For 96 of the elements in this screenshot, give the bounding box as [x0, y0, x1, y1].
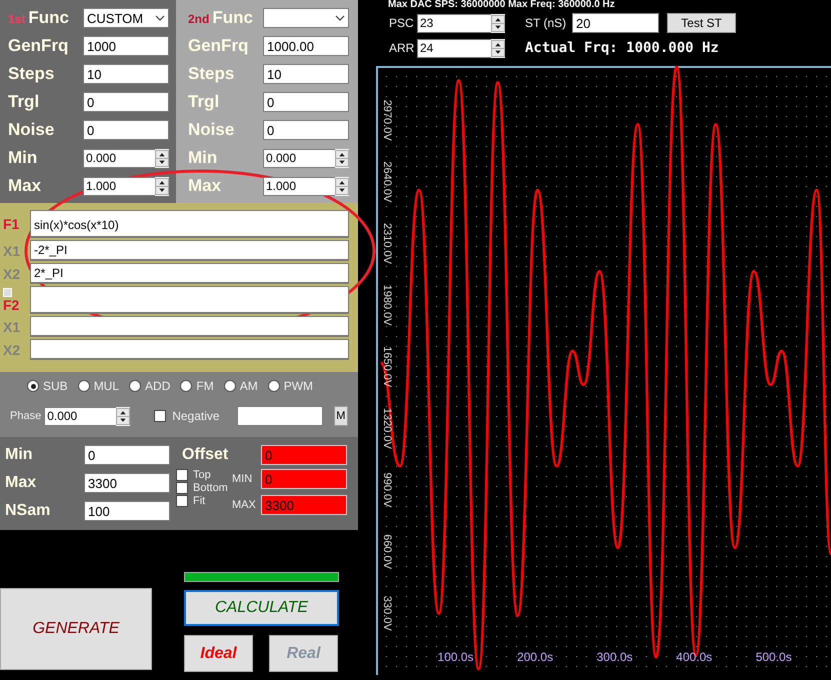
arr-spin-field[interactable]: 24	[417, 38, 491, 58]
field-label: Trgl	[8, 92, 40, 112]
psc-spin-field[interactable]: 23	[417, 14, 491, 32]
psc-label: PSC	[389, 16, 415, 30]
chevron-icon	[155, 15, 165, 21]
field-label: GenFrq	[8, 36, 68, 56]
function-dropdown[interactable]: CUSTOM	[83, 8, 169, 28]
y-tick-label: 330.0V	[381, 596, 393, 631]
y-tick-label: 990.0V	[381, 472, 393, 508]
output-label: Max	[5, 474, 38, 492]
arr-label: ARR	[389, 41, 416, 55]
formula-label: X2	[3, 342, 20, 358]
limit-field[interactable]: 0	[261, 469, 347, 489]
channel-number: 2nd	[188, 12, 210, 26]
bound-field[interactable]: -2*_PI	[30, 240, 349, 261]
formula-label: F1	[3, 216, 20, 232]
text-field[interactable]: 0	[263, 92, 349, 112]
field-label: Steps	[188, 64, 234, 84]
y-tick-label: 1320.0V	[381, 408, 393, 449]
spin-arrows-icon[interactable]	[155, 176, 169, 196]
formula-field[interactable]	[30, 286, 349, 314]
text-field[interactable]: 3300	[84, 473, 170, 493]
channel-number: 1st	[8, 12, 26, 26]
test-st-button[interactable]: Test ST	[667, 13, 736, 33]
x-tick-label: 100.0s	[438, 650, 474, 664]
bound-field[interactable]	[30, 339, 349, 360]
text-field[interactable]: 10	[263, 64, 349, 84]
bound-field[interactable]: 2*_PI	[30, 263, 349, 284]
phase-label: Phase	[10, 410, 42, 422]
offset-label: Offset	[182, 446, 228, 464]
generate-button[interactable]: GENERATE	[0, 588, 152, 670]
field-label: Min	[8, 148, 38, 168]
y-tick-label: 2310.0V	[381, 222, 393, 264]
x-tick-label: 200.0s	[517, 650, 554, 664]
st-label: ST (nS)	[525, 16, 568, 30]
spin-arrows-icon[interactable]	[491, 38, 505, 58]
limit-label: MAX	[232, 499, 257, 511]
spin-field[interactable]: 0.000	[83, 148, 155, 168]
limit-field[interactable]: 3300	[261, 495, 347, 515]
function-dropdown[interactable]	[263, 8, 349, 28]
actual-frequency-text: Actual Frq: 1000.000 Hz	[525, 40, 719, 56]
field-label: Trgl	[188, 92, 220, 112]
text-field[interactable]: 0	[263, 120, 349, 140]
x-tick-label: 300.0s	[596, 650, 633, 664]
text-field[interactable]: 10	[83, 64, 169, 84]
offset-field[interactable]: 0	[261, 445, 347, 465]
formula-label: X2	[3, 266, 20, 282]
text-field[interactable]: 1000.00	[263, 36, 349, 56]
x-tick-label: 500.0s	[756, 650, 792, 664]
text-field[interactable]: 0	[83, 120, 169, 140]
y-tick-label: 2970.0V	[381, 100, 393, 141]
bound-field[interactable]	[30, 316, 349, 337]
text-field[interactable]: 0	[83, 92, 169, 112]
option-checkbox[interactable]: Bottom	[176, 482, 228, 494]
text-field[interactable]: 100	[84, 501, 170, 521]
field-label: GenFrq	[188, 36, 248, 56]
field-label: Max	[8, 176, 42, 196]
info-text: Max DAC SPS: 36000000 Max Freq: 360000.0 Hz	[388, 0, 616, 10]
text-field[interactable]: 0	[84, 445, 170, 465]
output-label: Min	[5, 446, 34, 464]
formula-label: X1	[3, 318, 20, 334]
y-tick-label: 2640.0V	[381, 161, 393, 202]
phase-spin-field[interactable]: 0.000	[44, 406, 116, 426]
spin-field[interactable]: 1.000	[83, 176, 155, 196]
field-label: Func	[28, 8, 69, 28]
spin-field[interactable]: 0.000	[263, 148, 335, 168]
y-tick-label: 1980.0V	[381, 284, 393, 326]
m-button[interactable]: M	[334, 406, 348, 426]
option-checkbox[interactable]: Top	[176, 469, 228, 481]
spin-arrows-icon[interactable]	[491, 14, 505, 32]
output-label: NSam	[5, 502, 52, 520]
spin-arrows-icon[interactable]	[335, 176, 349, 196]
field-label: Min	[188, 148, 218, 168]
chevron-icon	[335, 15, 345, 21]
formula-label: F2	[3, 296, 20, 312]
checkbox[interactable]	[3, 288, 12, 296]
spin-arrows-icon[interactable]	[335, 148, 349, 168]
option-checkbox[interactable]: Fit	[176, 495, 228, 507]
text-field[interactable]	[236, 406, 323, 426]
spin-field[interactable]: 1.000	[263, 176, 335, 196]
formula-field[interactable]: sin(x)*cos(x*10)	[30, 210, 349, 238]
field-label: Func	[212, 8, 253, 28]
y-tick-label: 1650.0V	[381, 346, 393, 388]
spin-arrows-icon[interactable]	[155, 148, 169, 168]
x-tick-label: 400.0s	[676, 650, 712, 664]
field-label: Steps	[8, 64, 54, 84]
text-field[interactable]: 1000	[83, 36, 169, 56]
limit-label: MIN	[232, 473, 254, 485]
field-label: Max	[188, 176, 222, 196]
field-label: Noise	[188, 120, 234, 140]
field-label: Noise	[8, 120, 54, 140]
formula-label: X1	[3, 242, 20, 258]
calculate-button[interactable]: CALCULATE	[184, 590, 339, 626]
spin-arrows-icon[interactable]	[116, 406, 130, 426]
y-tick-label: 660.0V	[381, 534, 393, 570]
st-field[interactable]: 20	[572, 13, 659, 33]
